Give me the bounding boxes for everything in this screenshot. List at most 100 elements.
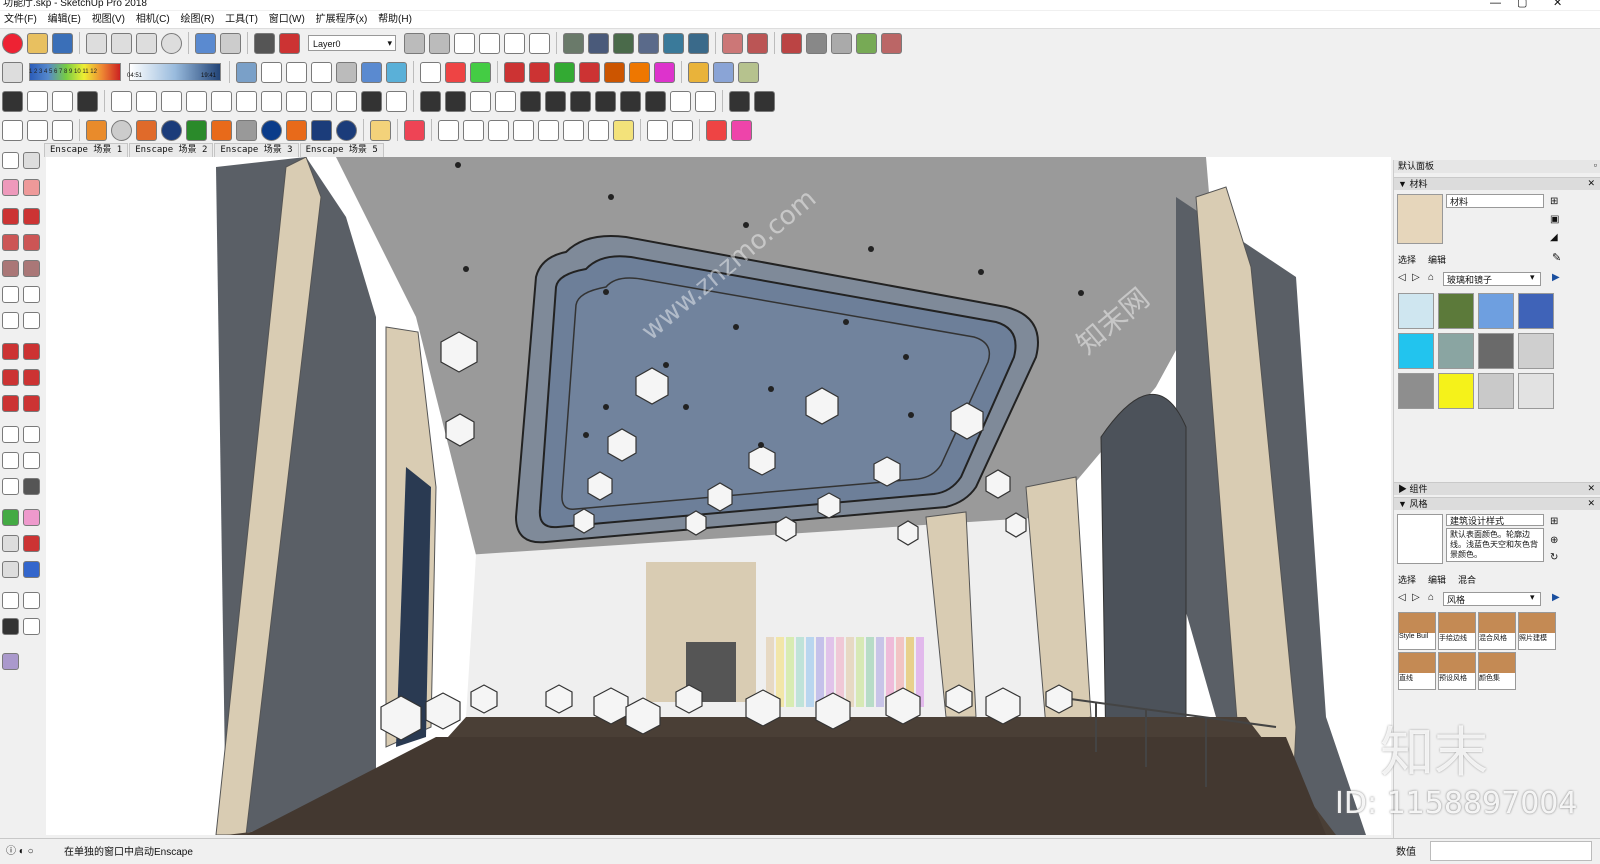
line-tool-icon[interactable] [52,90,73,112]
style-update-icon[interactable]: ↻ [1550,552,1558,563]
menu-camera[interactable]: 相机(C) [132,11,174,28]
swatch-8[interactable] [1398,373,1434,409]
eyedropper-icon[interactable]: ✎ [1552,251,1561,264]
pan-icon[interactable] [23,509,40,526]
styles-tab-edit[interactable]: 编辑 [1428,573,1446,586]
column-icon[interactable] [27,90,48,112]
zoom-window-icon[interactable] [23,535,40,552]
shield-icon[interactable] [420,61,441,83]
push-pull-icon[interactable] [23,343,40,360]
sandbox-scratch-icon[interactable] [747,32,768,54]
monochrome-icon[interactable] [386,61,407,83]
dots-icon[interactable] [445,90,466,112]
target-icon[interactable] [754,90,775,112]
polygon-icon[interactable] [23,260,40,277]
styles-close-icon[interactable]: ✕ [1587,498,1595,509]
minimize-icon[interactable]: — [1490,0,1501,9]
style-item[interactable]: Style Buil [1398,612,1436,650]
brush-icon[interactable] [695,90,716,112]
style-item[interactable]: 颜色集 [1478,652,1516,690]
3d-text-icon[interactable] [23,478,40,495]
previous-icon[interactable] [23,561,40,578]
material-sample-icon[interactable]: ◢ [1550,232,1558,243]
shape-9-icon[interactable] [647,119,668,141]
material-library-dropdown[interactable]: 玻璃和镜子 [1443,272,1541,286]
material-lock-icon[interactable]: ⊞ [1550,196,1558,207]
measurement-input[interactable] [1430,841,1592,861]
eraser-icon[interactable] [23,179,40,196]
axis-blue-icon[interactable] [529,61,550,83]
style-item[interactable]: 混合风格 [1478,612,1516,650]
shape-10-icon[interactable] [672,119,693,141]
styles-home-icon[interactable]: ⌂ [1428,592,1434,603]
enscape-upload-icon[interactable] [261,119,282,141]
circle-icon[interactable] [2,260,19,277]
enscape-settings-icon[interactable] [286,119,307,141]
box-green-icon[interactable] [738,61,759,83]
walk-icon[interactable] [2,618,19,635]
new-file-icon[interactable] [2,32,23,54]
enscape-info-icon[interactable] [336,119,357,141]
section-fill-icon[interactable] [663,32,684,54]
enscape-start-icon[interactable] [86,119,107,141]
eraser-pink-icon[interactable] [731,119,752,141]
enscape-grid-icon[interactable] [236,119,257,141]
stairs-icon[interactable] [2,90,23,112]
tray-pin-icon[interactable]: ▫ [1594,160,1597,170]
menu-edit[interactable]: 编辑(E) [44,11,85,28]
shape-6-icon[interactable] [563,119,584,141]
style-library-dropdown[interactable]: 风格 [1443,592,1541,606]
views-left-icon[interactable] [529,32,550,54]
loft-icon[interactable] [311,90,332,112]
rotated-rect-icon[interactable] [23,234,40,251]
section-display-icon[interactable] [613,32,634,54]
component-icon[interactable] [563,32,584,54]
follow-me-icon[interactable] [23,369,40,386]
swatch-9[interactable] [1438,373,1474,409]
swatch-1[interactable] [1438,293,1474,329]
enscape-views-icon[interactable] [136,119,157,141]
curve-icon[interactable] [261,90,282,112]
slope-icon[interactable] [520,90,541,112]
zoom-icon[interactable] [2,535,19,552]
menu-file[interactable]: 文件(F) [0,11,41,28]
materials-tab-edit[interactable]: 编辑 [1428,253,1446,266]
material-create-icon[interactable]: ▣ [1550,214,1559,225]
add-detail-icon[interactable] [856,32,877,54]
bars-icon[interactable] [77,90,98,112]
rotate-tool-icon[interactable] [2,369,19,386]
shape-1-icon[interactable] [438,119,459,141]
wave-icon[interactable] [470,90,491,112]
xray-icon[interactable] [236,61,257,83]
shaded-icon[interactable] [336,61,357,83]
axis-red-icon[interactable] [504,61,525,83]
warehouse-icon[interactable] [445,61,466,83]
grid-dots-icon[interactable] [620,90,641,112]
menu-draw[interactable]: 绘图(R) [176,11,218,28]
shape-7-icon[interactable] [588,119,609,141]
arc-2-icon[interactable] [23,286,40,303]
move-icon[interactable] [2,343,19,360]
enscape-sun-icon[interactable] [211,119,232,141]
home-icon[interactable]: ⌂ [1428,272,1434,283]
extrude-icon[interactable] [336,90,357,112]
shape-8-icon[interactable] [613,119,634,141]
protractor-icon[interactable] [2,452,19,469]
shape-2-icon[interactable] [463,119,484,141]
zoom-extents-icon[interactable] [2,561,19,578]
frame-icon[interactable] [729,90,750,112]
shape-4-icon[interactable] [513,119,534,141]
axes-icon[interactable] [2,478,19,495]
styles-details-icon[interactable]: ▶ [1552,592,1560,603]
swatch-0[interactable] [1398,293,1434,329]
hidden-line-icon[interactable] [311,61,332,83]
section-cut-icon[interactable] [638,32,659,54]
swatch-11[interactable] [1518,373,1554,409]
section-plane-tool-icon[interactable] [23,618,40,635]
back-arrow-icon[interactable]: ◁ [1398,272,1406,283]
scale-icon[interactable] [2,395,19,412]
box-blue-icon[interactable] [713,61,734,83]
spiral-icon[interactable] [495,90,516,112]
pie-icon[interactable] [23,312,40,329]
swatch-3[interactable] [1518,293,1554,329]
